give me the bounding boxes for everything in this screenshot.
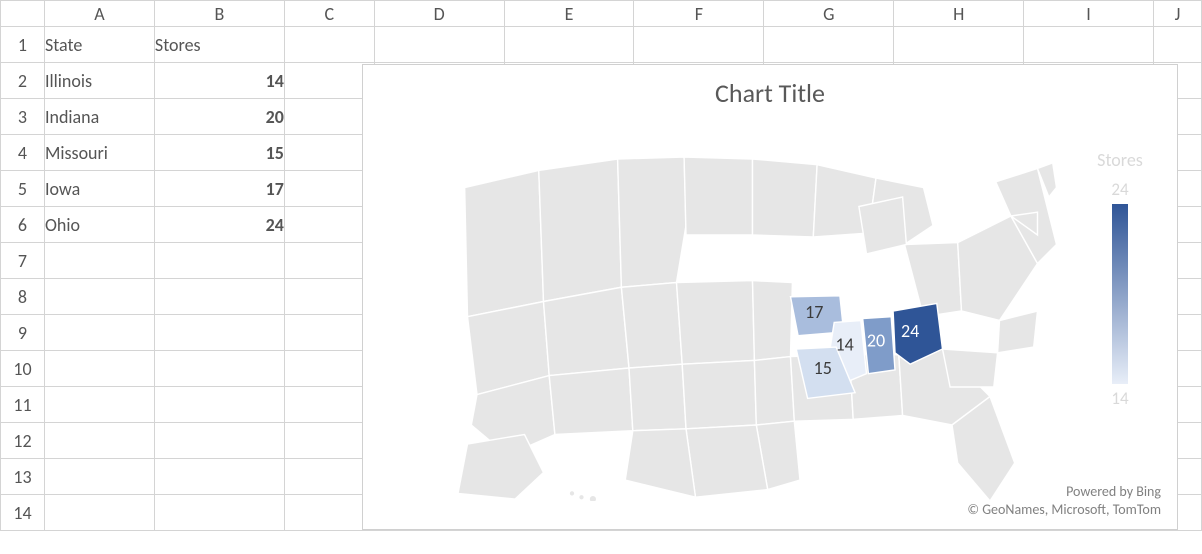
cell-C6[interactable] [284, 207, 374, 243]
col-header-G[interactable]: G [764, 1, 894, 27]
cell-B6[interactable]: 24 [154, 207, 284, 243]
cell-A7[interactable] [44, 243, 154, 279]
select-all-corner[interactable] [1, 1, 45, 27]
cell-B5[interactable]: 17 [154, 171, 284, 207]
row-header-10[interactable]: 10 [1, 351, 45, 387]
cell-A3[interactable]: Indiana [44, 99, 154, 135]
row-header-4[interactable]: 4 [1, 135, 45, 171]
cell-B1[interactable]: Stores [154, 27, 284, 63]
chart-legend: Stores 24 14 [1085, 149, 1155, 409]
cell-A14[interactable] [44, 495, 154, 531]
row-header-3[interactable]: 3 [1, 99, 45, 135]
attribution-line-1: Powered by Bing [967, 483, 1161, 501]
col-header-B[interactable]: B [154, 1, 284, 27]
cell-B13[interactable] [154, 459, 284, 495]
col-header-D[interactable]: D [374, 1, 504, 27]
cell-C1[interactable] [284, 27, 374, 63]
cell-B11[interactable] [154, 387, 284, 423]
row-header-9[interactable]: 9 [1, 315, 45, 351]
cell-C3[interactable] [284, 99, 374, 135]
row-header-14[interactable]: 14 [1, 495, 45, 531]
cell-C12[interactable] [284, 423, 374, 459]
row-header-11[interactable]: 11 [1, 387, 45, 423]
data-label-indiana: 20 [867, 330, 885, 352]
col-header-I[interactable]: I [1024, 1, 1154, 27]
cell-A13[interactable] [44, 459, 154, 495]
cell-A6[interactable]: Ohio [44, 207, 154, 243]
row-header-12[interactable]: 12 [1, 423, 45, 459]
legend-title: Stores [1085, 149, 1155, 171]
cell-B7[interactable] [154, 243, 284, 279]
col-header-A[interactable]: A [44, 1, 154, 27]
cell-A9[interactable] [44, 315, 154, 351]
cell-B8[interactable] [154, 279, 284, 315]
cell-B4[interactable]: 15 [154, 135, 284, 171]
cell-B12[interactable] [154, 423, 284, 459]
cell-A12[interactable] [44, 423, 154, 459]
map-background-states [465, 157, 1057, 501]
data-label-ohio: 24 [901, 320, 919, 342]
cell-C9[interactable] [284, 315, 374, 351]
row-header-8[interactable]: 8 [1, 279, 45, 315]
chart-attribution: Powered by Bing © GeoNames, Microsoft, T… [967, 483, 1161, 519]
col-header-F[interactable]: F [634, 1, 764, 27]
cell-B9[interactable] [154, 315, 284, 351]
data-label-iowa: 17 [805, 301, 823, 323]
row-header-1[interactable]: 1 [1, 27, 45, 63]
chart-title[interactable]: Chart Title [363, 77, 1177, 109]
attribution-line-2: © GeoNames, Microsoft, TomTom [967, 501, 1161, 519]
cell-A10[interactable] [44, 351, 154, 387]
row-header-6[interactable]: 6 [1, 207, 45, 243]
cell-C8[interactable] [284, 279, 374, 315]
map-chart[interactable]: Chart Title [362, 64, 1178, 530]
row-header-13[interactable]: 13 [1, 459, 45, 495]
cell-B2[interactable]: 14 [154, 63, 284, 99]
cell-C4[interactable] [284, 135, 374, 171]
cell-A2[interactable]: Illinois [44, 63, 154, 99]
data-label-missouri: 15 [814, 357, 832, 379]
col-header-E[interactable]: E [504, 1, 634, 27]
cell-B10[interactable] [154, 351, 284, 387]
cell-A1[interactable]: State [44, 27, 154, 63]
legend-gradient-bar [1112, 204, 1128, 384]
map-hawaii [569, 491, 597, 501]
cell-J1[interactable] [1153, 27, 1201, 63]
cell-C13[interactable] [284, 459, 374, 495]
cell-G1[interactable] [764, 27, 894, 63]
grid-row: 1StateStores [1, 27, 1202, 63]
cell-I1[interactable] [1024, 27, 1154, 63]
row-header-2[interactable]: 2 [1, 63, 45, 99]
cell-F1[interactable] [634, 27, 764, 63]
col-header-J[interactable]: J [1153, 1, 1201, 27]
cell-C5[interactable] [284, 171, 374, 207]
col-header-H[interactable]: H [894, 1, 1024, 27]
cell-C2[interactable] [284, 63, 374, 99]
legend-min: 14 [1085, 388, 1155, 409]
row-header-7[interactable]: 7 [1, 243, 45, 279]
cell-A4[interactable]: Missouri [44, 135, 154, 171]
cell-E1[interactable] [504, 27, 634, 63]
cell-C7[interactable] [284, 243, 374, 279]
col-header-C[interactable]: C [284, 1, 374, 27]
cell-C11[interactable] [284, 387, 374, 423]
legend-max: 24 [1085, 179, 1155, 200]
cell-B3[interactable]: 20 [154, 99, 284, 135]
cell-D1[interactable] [374, 27, 504, 63]
cell-H1[interactable] [894, 27, 1024, 63]
cell-A8[interactable] [44, 279, 154, 315]
cell-A5[interactable]: Iowa [44, 171, 154, 207]
us-map-svg: 17 14 20 24 15 [413, 121, 1073, 501]
column-header-row: A B C D E F G H I J [1, 1, 1202, 27]
data-label-illinois: 14 [836, 333, 854, 355]
cell-B14[interactable] [154, 495, 284, 531]
cell-C10[interactable] [284, 351, 374, 387]
cell-C14[interactable] [284, 495, 374, 531]
cell-A11[interactable] [44, 387, 154, 423]
row-header-5[interactable]: 5 [1, 171, 45, 207]
